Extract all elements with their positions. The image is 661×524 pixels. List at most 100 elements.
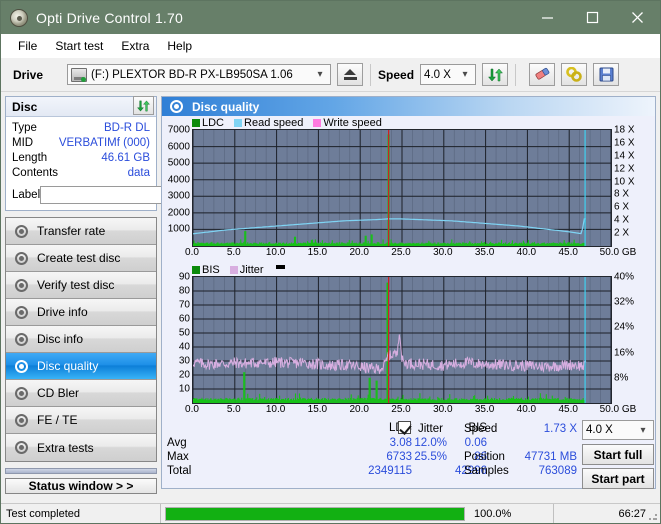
erase-button[interactable] bbox=[529, 63, 556, 86]
maximize-icon[interactable] bbox=[570, 1, 615, 34]
menu-file[interactable]: File bbox=[9, 36, 46, 56]
disc-label-key: Label bbox=[12, 189, 41, 201]
close-icon[interactable] bbox=[615, 1, 660, 34]
sidebar-item-create-test-disc[interactable]: Create test disc bbox=[6, 245, 156, 272]
start-full-button[interactable]: Start full bbox=[582, 444, 654, 465]
x-axis-top: 0.0 5.0 10.0 15.0 20.0 25.0 30.0 35.0 40.0 45.0 50… bbox=[162, 247, 655, 261]
sidebar-item-verify-test-disc[interactable]: Verify test disc bbox=[6, 272, 156, 299]
x-tick-label: 0.0 bbox=[185, 247, 199, 258]
sidebar-item-drive-info[interactable]: Drive info bbox=[6, 299, 156, 326]
disc-icon bbox=[14, 278, 29, 293]
disc-icon bbox=[14, 359, 29, 374]
app-icon bbox=[10, 8, 28, 27]
y-tick-label: 7000 bbox=[167, 124, 190, 136]
y-tick-label: 6000 bbox=[167, 141, 190, 153]
disc-quality-header: Disc quality bbox=[162, 97, 655, 116]
plot-area-top[interactable] bbox=[192, 129, 612, 247]
sidebar-item-label: Verify test disc bbox=[37, 278, 115, 292]
disc-quality-panel: Disc quality LDC Read speed Write speed … bbox=[161, 96, 656, 489]
x-tick-label: 15.0 bbox=[307, 247, 328, 258]
disc-label-row: Label bbox=[12, 185, 242, 205]
jitter-checkbox[interactable] bbox=[398, 421, 411, 434]
x-tick-label: 5.0 bbox=[226, 404, 241, 415]
refresh-button[interactable] bbox=[482, 63, 509, 86]
menu-start-test[interactable]: Start test bbox=[46, 36, 112, 56]
sidebar-item-label: Disc info bbox=[37, 332, 84, 346]
speed-label: Speed bbox=[378, 67, 415, 82]
y-tick-label: 50 bbox=[178, 327, 190, 339]
drive-select-value: (F:) PLEXTOR BD-R PX-LB950SA 1.06 bbox=[91, 68, 293, 81]
ldc-read-speed-chart: LDC Read speed Write speed 1000 2000 3000 4… bbox=[162, 116, 655, 261]
jitter-label: Jitter bbox=[418, 423, 443, 435]
test-speed-select[interactable]: 4.0 X ▾ bbox=[582, 420, 654, 440]
y-tick-label-right: 16% bbox=[614, 347, 635, 359]
disc-icon bbox=[14, 305, 29, 320]
tools-icon bbox=[566, 67, 582, 82]
y-tick-label-right: 14 X bbox=[614, 150, 635, 162]
drive-label: Drive bbox=[13, 67, 44, 82]
y-tick-label-right: 2 X bbox=[614, 227, 630, 239]
chevron-down-icon: ▾ bbox=[462, 69, 468, 80]
drive-select[interactable]: (F:) PLEXTOR BD-R PX-LB950SA 1.06 ▾ bbox=[67, 64, 332, 85]
sidebar-item-fe-te[interactable]: FE / TE bbox=[6, 407, 156, 434]
y-tick-label: 2000 bbox=[167, 207, 190, 219]
disc-info-rows: Type BD-R DL MID VERBATIMf (000) Length … bbox=[6, 117, 242, 210]
stat-total-ldc: 2349115 bbox=[368, 465, 412, 477]
x-tick-label: 10.0 bbox=[265, 404, 286, 415]
sidebar-item-disc-quality[interactable]: Disc quality bbox=[6, 353, 156, 380]
y-tick-label-right: 18 X bbox=[614, 124, 635, 136]
speed-select-value: 4.0 X bbox=[424, 68, 451, 81]
start-part-button[interactable]: Start part bbox=[582, 468, 654, 489]
status-window-button[interactable]: Status window > > bbox=[5, 478, 157, 494]
resize-grip[interactable] bbox=[648, 511, 658, 521]
statistics-panel: LDC BIS Avg Max Total 3.08 6733 2349115 … bbox=[162, 418, 655, 489]
refresh-icon bbox=[137, 100, 150, 111]
chart-legend-bottom: BIS Jitter bbox=[162, 263, 655, 276]
chart-svg bbox=[193, 277, 611, 403]
menu-bar: File Start test Extra Help bbox=[1, 34, 660, 58]
stat-label-total: Total bbox=[167, 465, 192, 477]
drive-toolbar: Drive (F:) PLEXTOR BD-R PX-LB950SA 1.06 … bbox=[1, 58, 660, 92]
y-tick-label: 20 bbox=[178, 369, 190, 381]
x-tick-label: 25.0 bbox=[391, 404, 411, 415]
x-tick-label: 0.0 bbox=[185, 404, 199, 415]
disc-icon bbox=[169, 99, 184, 114]
disc-info-title: Disc bbox=[12, 99, 38, 114]
nav-list: Transfer rate Create test disc Verify te… bbox=[5, 217, 157, 462]
x-tick-label: 50.0 GB bbox=[599, 247, 637, 258]
x-tick-label: 50.0 GB bbox=[599, 404, 637, 415]
settings-button[interactable] bbox=[561, 63, 588, 86]
stat-label-max: Max bbox=[167, 451, 189, 463]
samples-stat-value: 763089 bbox=[538, 465, 577, 477]
menu-extra[interactable]: Extra bbox=[112, 36, 158, 56]
eject-icon bbox=[343, 69, 357, 80]
eject-button[interactable] bbox=[337, 63, 364, 86]
legend-write-speed: Write speed bbox=[313, 117, 382, 129]
menu-help[interactable]: Help bbox=[158, 36, 201, 56]
window-title: Opti Drive Control 1.70 bbox=[36, 9, 183, 26]
chart-svg bbox=[193, 130, 611, 246]
disc-refresh-button[interactable] bbox=[133, 96, 154, 115]
stat-avg-jitter: 12.0% bbox=[414, 437, 447, 449]
application-window: Opti Drive Control 1.70 File Start test … bbox=[0, 0, 661, 524]
y-tick-label-right: 10 X bbox=[614, 176, 635, 188]
sidebar-item-cd-bler[interactable]: CD Bler bbox=[6, 380, 156, 407]
plot-area-bottom[interactable] bbox=[192, 276, 612, 404]
sidebar-item-label: CD Bler bbox=[37, 386, 80, 400]
legend-swatch-jitter bbox=[229, 265, 238, 274]
save-button[interactable] bbox=[593, 63, 620, 86]
legend-jitter: Jitter bbox=[229, 264, 264, 276]
disc-icon bbox=[14, 332, 29, 347]
y-tick-label: 90 bbox=[178, 271, 190, 283]
position-stat-value: 47731 MB bbox=[524, 451, 577, 463]
legend-label-write-speed: Write speed bbox=[323, 116, 382, 129]
sidebar-item-extra-tests[interactable]: Extra tests bbox=[6, 434, 156, 461]
sidebar-item-disc-info[interactable]: Disc info bbox=[6, 326, 156, 353]
disc-row-type: Type BD-R DL bbox=[12, 121, 150, 136]
drive-icon bbox=[71, 67, 88, 82]
sidebar-item-transfer-rate[interactable]: Transfer rate bbox=[6, 218, 156, 245]
speed-select[interactable]: 4.0 X ▾ bbox=[420, 64, 477, 85]
sidebar-item-label: Transfer rate bbox=[37, 224, 106, 238]
minimize-icon[interactable] bbox=[525, 1, 570, 34]
disc-info-box: Disc Type BD-R DL MID VERBATIMf (000) Le… bbox=[5, 96, 242, 211]
